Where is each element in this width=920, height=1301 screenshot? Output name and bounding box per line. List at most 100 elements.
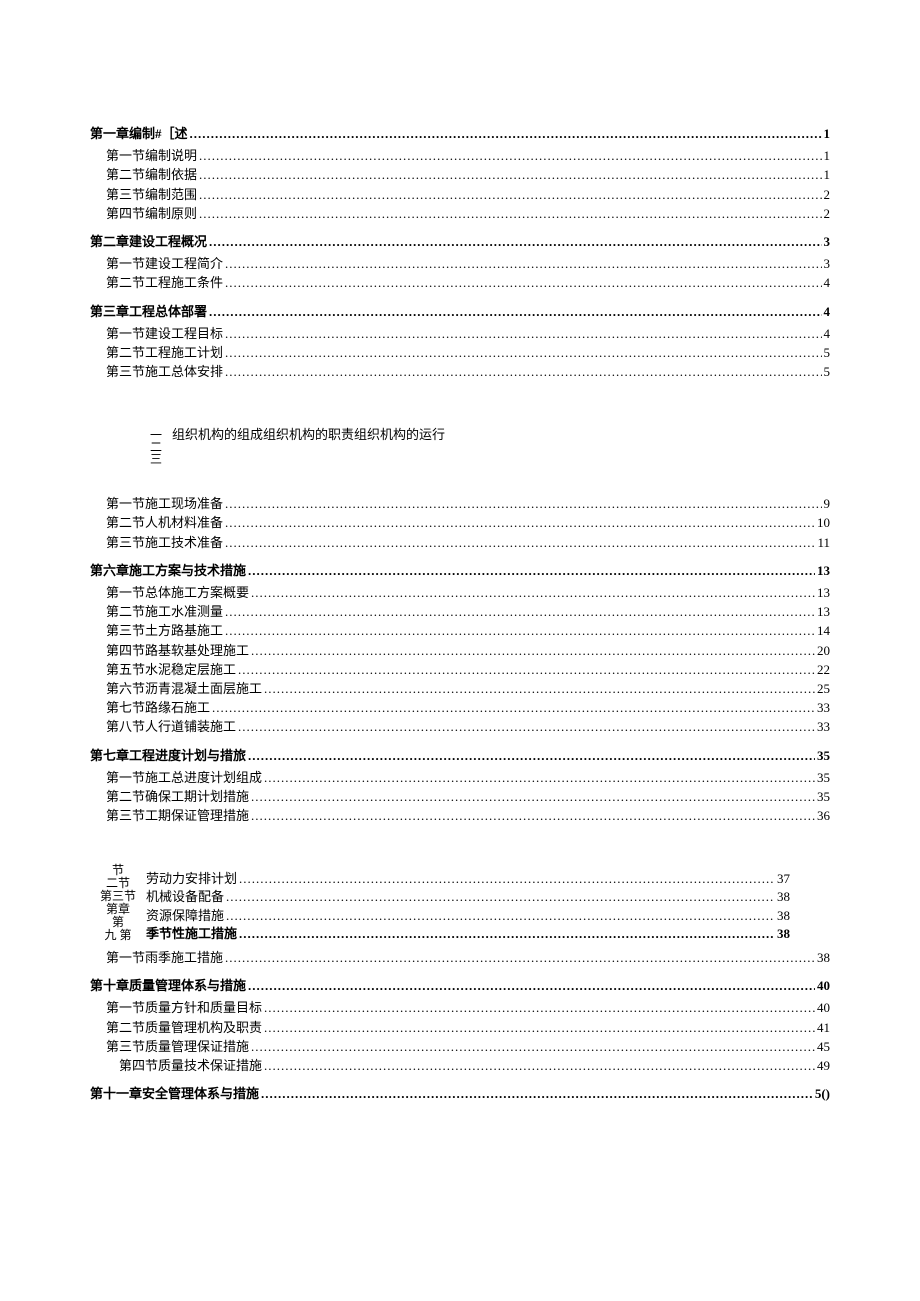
toc-page-number: 37: [777, 870, 790, 888]
toc-leader-dots: [199, 166, 821, 184]
toc-label: 第四节编制原则: [106, 205, 197, 223]
toc-page-number: 13: [817, 562, 830, 580]
fragment-marker: 三: [150, 453, 162, 465]
toc-page-number: 25: [817, 680, 830, 698]
toc-leader-dots: [225, 255, 821, 273]
toc-label: 第一节建设工程目标: [106, 325, 223, 343]
toc-label: 第七章工程进度计划与措旅: [90, 747, 246, 765]
toc-leader-dots: [225, 344, 821, 362]
toc-section: 第二节施工水准测量13: [90, 603, 830, 621]
toc-label: 第十章质量管理体系与措施: [90, 977, 246, 995]
toc-section: 第一节编制说明 1: [90, 147, 830, 165]
toc-label: 第二节工程施工条件: [106, 274, 223, 292]
toc-label: 第三节编制范围: [106, 186, 197, 204]
toc-page-number: 1: [824, 125, 831, 143]
toc-leader-dots: [225, 534, 815, 552]
toc-label: 第十一章安全管理体系与措施: [90, 1085, 259, 1103]
toc-leader-dots: [248, 747, 815, 765]
document-page: 第一章编制#［述1第一节编制说明1第二节编制依据1第三节编制范围2第四节编制原则…: [0, 0, 920, 1187]
toc-leader-dots: [212, 699, 815, 717]
toc-page-number: 2: [824, 205, 831, 223]
toc-section: 第三节编制范围 2: [90, 186, 830, 204]
toc-section: 第八节人行道铺装施工33: [90, 718, 830, 736]
toc-label: 第二节施工水准测量: [106, 603, 223, 621]
toc-page-number: 35: [817, 788, 830, 806]
toc-leader-dots: [239, 925, 775, 943]
toc-section: 第四节路基软基处理施工 20: [90, 642, 830, 660]
toc-label: 第六章施工方案与技术措施: [90, 562, 246, 580]
toc-page-number: 33: [817, 718, 830, 736]
toc-leader-dots: [209, 233, 821, 251]
toc-leader-dots: [226, 907, 775, 925]
toc-section: 第六节沥青混凝土面层施工 25: [90, 680, 830, 698]
toc-label: 机械设备配备: [146, 888, 224, 906]
toc-section: 第三节施工技术准备11: [90, 534, 830, 552]
toc-page-number: 38: [817, 949, 830, 967]
toc-page-number: 5: [824, 344, 831, 362]
fragment-text: 组织机构的组成组织机构的职责组织机构的运行: [172, 426, 445, 444]
toc-label: 第一节编制说明: [106, 147, 197, 165]
cluster-right-col: 劳动力安排计划37机械设备配备38资源保障措施38季节性施工措施38: [146, 870, 830, 943]
toc-section: 第一节建设工程目标4: [90, 325, 830, 343]
toc-page-number: 2: [824, 186, 831, 204]
toc-leader-dots: [225, 325, 821, 343]
toc-section: 第三节工期保证管理措施36: [90, 807, 830, 825]
toc-page-number: 11: [817, 534, 830, 552]
toc-leader-dots: [225, 622, 815, 640]
toc-section: 第二节质量管理机构及职责 41: [90, 1019, 830, 1037]
toc-page-number: 1: [824, 166, 831, 184]
toc-fragment-block: 一二三组织机构的组成组织机构的职责组织机构的运行: [90, 426, 830, 465]
toc-leader-dots: [225, 363, 821, 381]
toc-label: 第二节质量管理机构及职责: [106, 1019, 262, 1037]
toc-leader-dots: [264, 769, 815, 787]
toc-section: 机械设备配备38: [146, 888, 830, 906]
toc-leader-dots: [251, 807, 815, 825]
toc-section: 第一节总体施工方案概要13: [90, 584, 830, 602]
toc-leader-dots: [225, 603, 815, 621]
toc-label: 第三节施工总体安排: [106, 363, 223, 381]
toc-section: 第二节工程施工计划5: [90, 344, 830, 362]
toc-page-number: 22: [817, 661, 830, 679]
cluster-inner: 节二节第三节第章第九 第劳动力安排计划37机械设备配备38资源保障措施38季节性…: [90, 870, 830, 943]
toc-label: 第一节雨季施工措施: [106, 949, 223, 967]
toc-label: 第一节施工总进度计划组成: [106, 769, 262, 787]
toc-section: 第二节确保工期计划措施 35: [90, 788, 830, 806]
toc-leader-dots: [226, 888, 775, 906]
toc-page-number: 20: [817, 642, 830, 660]
toc-label: 季节性施工措施: [146, 925, 237, 943]
toc-page-number: 4: [824, 274, 831, 292]
toc-leader-dots: [225, 274, 821, 292]
toc-section: 第五节水泥稳定层施工22: [90, 661, 830, 679]
toc-page-number: 13: [817, 584, 830, 602]
toc-page-number: 4: [824, 303, 831, 321]
toc-label: 第六节沥青混凝土面层施工: [106, 680, 262, 698]
toc-leader-dots: [239, 870, 775, 888]
toc-leader-dots: [199, 205, 821, 223]
toc-label: 第四节路基软基处理施工: [106, 642, 249, 660]
toc-leader-dots: [248, 562, 815, 580]
toc-label: 第三章工程总体部署: [90, 303, 207, 321]
toc-label: 第四节质量技术保证措施: [106, 1057, 262, 1075]
toc-section: 第二节工程施工条件 4: [90, 274, 830, 292]
toc-leader-dots: [261, 1085, 813, 1103]
toc-chapter: 第二章建设工程概况3: [90, 233, 830, 251]
toc-section: 第四节编制原则 2: [90, 205, 830, 223]
cluster-stack-token: 九 第: [90, 929, 146, 942]
toc-section: 第一节施工现场准备9: [90, 495, 830, 513]
toc-leader-dots: [225, 949, 815, 967]
toc-leader-dots: [190, 125, 822, 143]
toc-page-number: 1: [824, 147, 831, 165]
toc-section: 资源保障措施38: [146, 907, 830, 925]
toc-page-number: 49: [817, 1057, 830, 1075]
toc-page-number: 41: [817, 1019, 830, 1037]
toc-page-number: 33: [817, 699, 830, 717]
toc-section: 第一节雨季施工措施 38: [90, 949, 830, 967]
toc-chapter: 第六章施工方案与技术措施 13: [90, 562, 830, 580]
toc-page-number: 38: [777, 925, 790, 943]
toc-section: 第七节路缘石施工33: [90, 699, 830, 717]
toc-leader-dots: [225, 495, 821, 513]
toc-chapter: 季节性施工措施 38: [146, 925, 830, 943]
toc-label: 第二节确保工期计划措施: [106, 788, 249, 806]
toc-page-number: 5(): [815, 1085, 830, 1103]
toc-leader-dots: [264, 680, 815, 698]
